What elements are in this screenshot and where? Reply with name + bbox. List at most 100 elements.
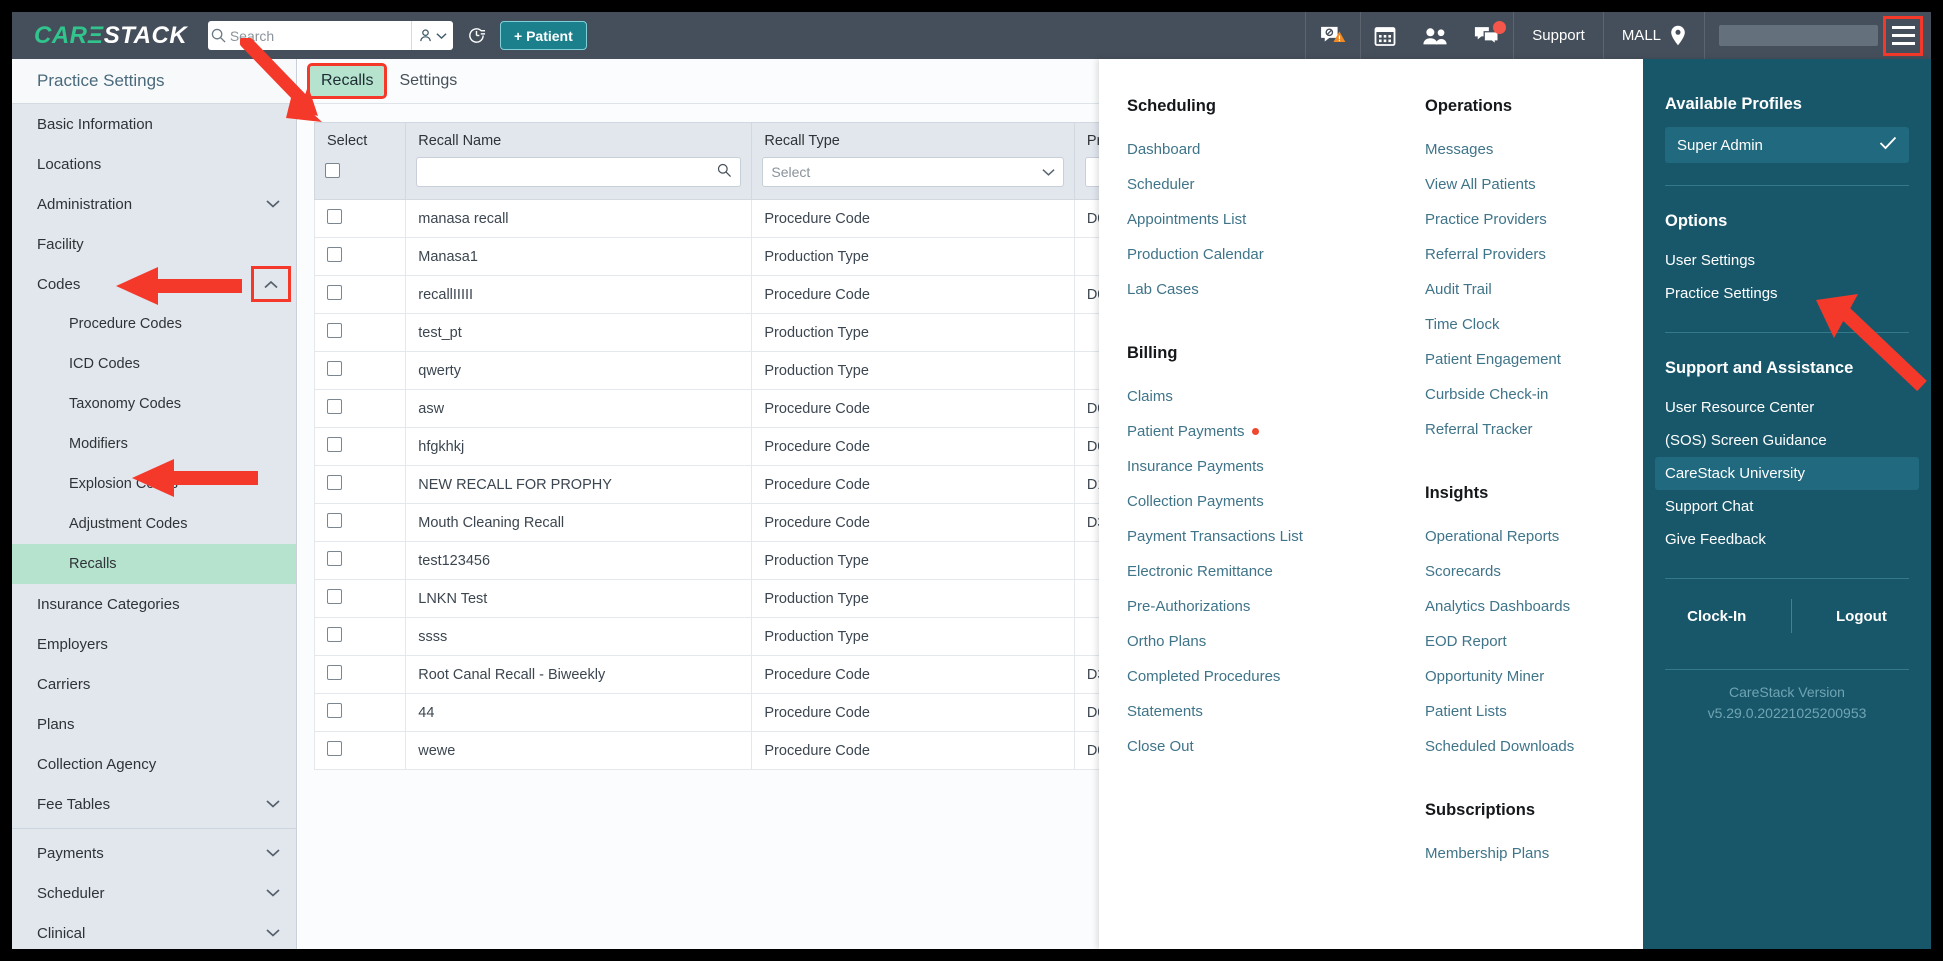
row-checkbox[interactable] xyxy=(327,551,342,566)
sidebar-item-carriers[interactable]: Carriers xyxy=(12,664,296,704)
tab-settings[interactable]: Settings xyxy=(388,66,468,96)
row-checkbox[interactable] xyxy=(327,665,342,680)
menu-item-appointments-list[interactable]: Appointments List xyxy=(1127,202,1397,237)
search-input[interactable] xyxy=(229,22,411,49)
sidebar-item-payments[interactable]: Payments xyxy=(12,833,296,873)
support-link[interactable]: Support xyxy=(1514,12,1603,59)
sidebar-item-facility[interactable]: Facility xyxy=(12,224,296,264)
chevron-down-icon[interactable] xyxy=(266,196,280,213)
menu-item-patient-payments[interactable]: Patient Payments xyxy=(1127,414,1397,449)
logout-button[interactable]: Logout xyxy=(1836,608,1887,625)
sidebar-item-codes[interactable]: Codes xyxy=(12,264,296,304)
row-checkbox[interactable] xyxy=(327,361,342,376)
panel-item-practice-settings[interactable]: Practice Settings xyxy=(1665,277,1909,310)
sidebar-item-fee-tables[interactable]: Fee Tables xyxy=(12,784,296,824)
row-checkbox[interactable] xyxy=(327,323,342,338)
sidebar-item-plans[interactable]: Plans xyxy=(12,704,296,744)
menu-item-payment-transactions-list[interactable]: Payment Transactions List xyxy=(1127,519,1397,554)
menu-item-close-out[interactable]: Close Out xyxy=(1127,729,1397,764)
menu-item-referral-providers[interactable]: Referral Providers xyxy=(1425,237,1643,272)
sidebar-item-clinical[interactable]: Clinical xyxy=(12,913,296,949)
panel-item-carestack-university[interactable]: CareStack University xyxy=(1655,457,1919,490)
clock-in-button[interactable]: Clock-In xyxy=(1687,608,1746,625)
chevron-up-icon[interactable] xyxy=(251,266,291,302)
menu-item-audit-trail[interactable]: Audit Trail xyxy=(1425,272,1643,307)
carestack-logo[interactable]: CARΞSTACK xyxy=(12,22,208,50)
menu-item-dashboard[interactable]: Dashboard xyxy=(1127,132,1397,167)
menu-item-production-calendar[interactable]: Production Calendar xyxy=(1127,237,1397,272)
sidebar-item-employers[interactable]: Employers xyxy=(12,624,296,664)
select-all-checkbox[interactable] xyxy=(325,162,340,178)
menu-item-curbside-check-in[interactable]: Curbside Check-in xyxy=(1425,377,1643,412)
chevron-down-icon[interactable] xyxy=(266,796,280,813)
menu-item-patient-engagement[interactable]: Patient Engagement xyxy=(1425,342,1643,377)
panel-item--sos-screen-guidance[interactable]: (SOS) Screen Guidance xyxy=(1665,424,1909,457)
row-checkbox[interactable] xyxy=(327,209,342,224)
row-checkbox[interactable] xyxy=(327,475,342,490)
add-patient-button[interactable]: + Patient xyxy=(500,21,587,50)
patients-icon[interactable] xyxy=(1409,12,1461,59)
recent-clock-icon[interactable] xyxy=(467,26,486,45)
panel-item-user-settings[interactable]: User Settings xyxy=(1665,244,1909,277)
menu-item-membership-plans[interactable]: Membership Plans xyxy=(1425,836,1643,871)
sidebar-item-insurance-categories[interactable]: Insurance Categories xyxy=(12,584,296,624)
menu-item-operational-reports[interactable]: Operational Reports xyxy=(1425,519,1643,554)
menu-item-scheduled-downloads[interactable]: Scheduled Downloads xyxy=(1425,729,1643,764)
recall-name-filter-input[interactable] xyxy=(416,157,742,187)
menu-item-opportunity-miner[interactable]: Opportunity Miner xyxy=(1425,659,1643,694)
menu-item-scorecards[interactable]: Scorecards xyxy=(1425,554,1643,589)
menu-item-scheduler[interactable]: Scheduler xyxy=(1127,167,1397,202)
sidebar-item-locations[interactable]: Locations xyxy=(12,144,296,184)
row-checkbox[interactable] xyxy=(327,627,342,642)
menu-item-lab-cases[interactable]: Lab Cases xyxy=(1127,272,1397,307)
chevron-down-icon[interactable] xyxy=(266,885,280,902)
tab-recalls[interactable]: Recalls xyxy=(306,63,388,99)
row-checkbox[interactable] xyxy=(327,741,342,756)
search-scope-dropdown[interactable] xyxy=(410,21,453,50)
menu-item-statements[interactable]: Statements xyxy=(1127,694,1397,729)
chevron-down-icon[interactable] xyxy=(266,845,280,862)
menu-item-electronic-remittance[interactable]: Electronic Remittance xyxy=(1127,554,1397,589)
menu-item-view-all-patients[interactable]: View All Patients xyxy=(1425,167,1643,202)
calendar-icon[interactable] xyxy=(1361,12,1409,59)
location-selector[interactable]: MALL xyxy=(1604,12,1704,59)
sidebar-item-recalls[interactable]: Recalls xyxy=(12,544,296,584)
menu-item-collection-payments[interactable]: Collection Payments xyxy=(1127,484,1397,519)
selected-profile-item[interactable]: Super Admin xyxy=(1665,127,1909,163)
messages-icon[interactable] xyxy=(1461,12,1513,59)
global-search[interactable] xyxy=(208,21,453,50)
row-checkbox[interactable] xyxy=(327,513,342,528)
sidebar-item-explosion-codes[interactable]: Explosion Codes xyxy=(12,464,296,504)
panel-item-give-feedback[interactable]: Give Feedback xyxy=(1665,523,1909,556)
panel-item-support-chat[interactable]: Support Chat xyxy=(1665,490,1909,523)
menu-item-eod-report[interactable]: EOD Report xyxy=(1425,624,1643,659)
sidebar-item-adjustment-codes[interactable]: Adjustment Codes xyxy=(12,504,296,544)
sidebar-item-procedure-codes[interactable]: Procedure Codes xyxy=(12,304,296,344)
chevron-down-icon[interactable] xyxy=(266,925,280,942)
sidebar-item-modifiers[interactable]: Modifiers xyxy=(12,424,296,464)
menu-item-practice-providers[interactable]: Practice Providers xyxy=(1425,202,1643,237)
menu-item-completed-procedures[interactable]: Completed Procedures xyxy=(1127,659,1397,694)
sidebar-item-icd-codes[interactable]: ICD Codes xyxy=(12,344,296,384)
menu-item-ortho-plans[interactable]: Ortho Plans xyxy=(1127,624,1397,659)
row-checkbox[interactable] xyxy=(327,247,342,262)
row-checkbox[interactable] xyxy=(327,437,342,452)
row-checkbox[interactable] xyxy=(327,399,342,414)
row-checkbox[interactable] xyxy=(327,703,342,718)
menu-item-referral-tracker[interactable]: Referral Tracker xyxy=(1425,412,1643,447)
chat-alert-icon[interactable] xyxy=(1306,12,1360,59)
row-checkbox[interactable] xyxy=(327,589,342,604)
menu-item-pre-authorizations[interactable]: Pre-Authorizations xyxy=(1127,589,1397,624)
hamburger-menu-icon[interactable] xyxy=(1883,15,1923,56)
sidebar-item-basic-information[interactable]: Basic Information xyxy=(12,104,296,144)
sidebar-item-taxonomy-codes[interactable]: Taxonomy Codes xyxy=(12,384,296,424)
row-checkbox[interactable] xyxy=(327,285,342,300)
recall-type-filter-select[interactable]: Select xyxy=(762,157,1064,187)
menu-item-patient-lists[interactable]: Patient Lists xyxy=(1425,694,1643,729)
sidebar-item-administration[interactable]: Administration xyxy=(12,184,296,224)
panel-item-user-resource-center[interactable]: User Resource Center xyxy=(1665,391,1909,424)
menu-item-insurance-payments[interactable]: Insurance Payments xyxy=(1127,449,1397,484)
sidebar-item-scheduler[interactable]: Scheduler xyxy=(12,873,296,913)
sidebar-item-collection-agency[interactable]: Collection Agency xyxy=(12,744,296,784)
menu-item-claims[interactable]: Claims xyxy=(1127,379,1397,414)
